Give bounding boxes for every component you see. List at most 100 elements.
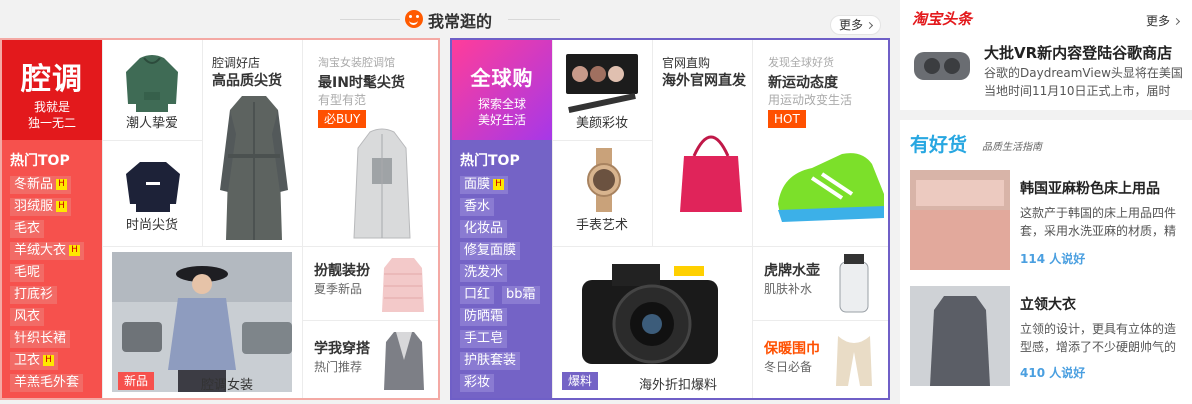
hot-tag-label: 护肤套装 (464, 353, 517, 368)
hot-tag[interactable]: 毛呢 (10, 264, 45, 282)
hot-tag[interactable]: 打底衫 (10, 286, 58, 304)
chevron-right-icon (1172, 17, 1181, 26)
hot-tag[interactable]: 洗发水 (460, 264, 508, 282)
outfit-subtitle: 热门推荐 (314, 360, 363, 374)
direct-buy-title: 海外官网直发 (662, 73, 746, 89)
hot-tag[interactable]: 毛衣 (10, 220, 45, 238)
hot-tag[interactable]: 冬新品 H (10, 176, 72, 194)
sport-badge: HOT (768, 110, 806, 128)
hot-tag-label: 羽绒服 (14, 199, 54, 214)
headline-title[interactable]: 大批VR新内容登陆谷歌商店 (984, 42, 1172, 63)
promo-badge: 必BUY (318, 110, 367, 128)
hot-tag[interactable]: 香水 (460, 198, 495, 216)
grey-fur-coat-image (384, 332, 424, 390)
street-fashion-photo (112, 252, 292, 392)
hot-tag-row: 彩妆 (452, 374, 552, 396)
divider (102, 140, 202, 141)
grey-trench-coat-image (220, 96, 288, 240)
brand-name: 腔调 (21, 62, 83, 97)
hot-tag[interactable]: 针织长裙 (10, 330, 71, 348)
hot-tag-label: 毛呢 (14, 265, 41, 280)
kettle-image (839, 254, 869, 313)
divider (652, 40, 653, 246)
global-buy-brand[interactable]: 全球购 探索全球 美好生活 (452, 40, 552, 140)
section-header: 我常逛的 更多 (0, 0, 890, 38)
hot-tag[interactable]: 护肤套装 (460, 352, 521, 370)
hot-tag[interactable]: 防晒霜 (460, 308, 508, 326)
hot-tag[interactable]: 手工皂 (460, 330, 508, 348)
divider (752, 320, 888, 321)
hot-tag-label: 打底衫 (14, 287, 54, 302)
hot-tag-label: 毛衣 (14, 221, 41, 236)
hot-tag[interactable]: 口红 (460, 286, 495, 304)
camera-image (582, 264, 718, 364)
kettle-subtitle: 肌肤补水 (764, 282, 813, 296)
hot-tag[interactable]: 羊绒大衣 H (10, 242, 85, 260)
hot-tag-label: 针织长裙 (14, 331, 67, 346)
outfit-title: 学我穿搭 (314, 341, 370, 357)
brand-line1: 我就是 (33, 100, 70, 114)
sport-title: 新运动态度 (768, 75, 838, 91)
camera-caption: 海外折扣爆料 (638, 378, 717, 393)
makeup-caption: 美颜彩妆 (575, 116, 628, 131)
hot-tag[interactable]: 羽绒服 H (10, 198, 72, 216)
hot-flag-icon: H (69, 245, 81, 256)
hot-tag-row: 羊羔毛外套 (2, 374, 102, 396)
promo-subtitle: 有型有范 (318, 93, 367, 107)
hot-tag-label: 香水 (464, 199, 491, 214)
dress-up-title: 扮靓装扮 (314, 263, 370, 279)
kettle-title: 虎牌水壶 (764, 263, 820, 279)
hot-flag-icon: H (43, 355, 55, 366)
hot-tag[interactable]: 羊羔毛外套 (10, 374, 84, 392)
hot-tag[interactable]: 风衣 (10, 308, 45, 326)
white-parka-image (353, 128, 411, 239)
hot-tag-row: 冬新品 H (2, 176, 102, 198)
goods-likes: 114 人说好 (1020, 252, 1086, 266)
hot-tag-label: 面膜 (464, 177, 491, 192)
goods-text: 立领的设计，更具有立体的造型感，增添了不少硬朗帅气的 (1020, 322, 1177, 354)
navy-sweatshirt-image (126, 162, 180, 212)
promo-title: 最IN时髦尖货 (318, 75, 405, 91)
hot-tag-row: 针织长裙 (2, 330, 102, 352)
hot-tag-list: 冬新品 H 羽绒服 H 毛衣 羊绒大衣 H 毛呢 打底衫 风衣 针织长裙 卫衣 H 羊羔毛外套 (2, 176, 102, 396)
goods-slogan: 品质生活指南 (982, 142, 1042, 153)
qiangdiao-panel: 腔调 我就是 独一无二 热门TOP 冬新品 H 羽绒服 H 毛衣 羊绒大衣 H 毛呢 打底衫 风衣… (0, 38, 440, 400)
hot-tag-label: 防晒霜 (464, 309, 504, 324)
hot-tag[interactable]: 化妆品 (460, 220, 508, 238)
store-title: 高品质尖货 (212, 73, 282, 89)
pink-handbag-image (680, 135, 742, 212)
promo-store: 淘宝女装腔调馆 (318, 56, 395, 69)
header-divider-left (340, 19, 400, 20)
hot-tag-row: 护肤套装 (452, 352, 552, 374)
green-sneaker-image (778, 153, 884, 222)
makeup-palette-image (566, 54, 638, 114)
hot-tag[interactable]: 卫衣 H (10, 352, 59, 370)
divider (552, 140, 652, 141)
hot-tag-row: 风衣 (2, 308, 102, 330)
chevron-right-icon (865, 21, 874, 30)
grey-coat-image (910, 286, 1010, 386)
headlines-more[interactable]: 更多 (1146, 12, 1181, 29)
header-divider-right (508, 19, 560, 20)
more-button[interactable]: 更多 (830, 15, 882, 35)
hot-tag[interactable]: bb霜 (502, 286, 540, 304)
hot-tag-label: 口红 (464, 287, 491, 302)
hot-tag-row: 洗发水 (452, 264, 552, 286)
brand-name: 全球购 (470, 66, 534, 90)
qiangdiao-brand[interactable]: 腔调 我就是 独一无二 (2, 40, 102, 140)
divider (552, 246, 888, 247)
gold-watch-image (587, 148, 621, 212)
hot-tag-label: 彩妆 (464, 375, 491, 390)
hot-tag[interactable]: 彩妆 (460, 374, 495, 392)
direct-buy-label: 官网直购 (662, 56, 711, 70)
goods-logo: 有好货 (910, 134, 968, 156)
hot-sidebar: 热门TOP 冬新品 H 羽绒服 H 毛衣 羊绒大衣 H 毛呢 打底衫 风衣 针织长裙 卫衣 H 羊羔毛外套 (2, 140, 102, 398)
divider (102, 246, 438, 247)
green-hoodie-image (126, 55, 178, 112)
headlines-logo: 淘宝头条 (912, 10, 973, 28)
hot-tag[interactable]: 面膜 H (460, 176, 509, 194)
hot-tag[interactable]: 修复面膜 (460, 242, 521, 260)
hot-tag-row: 打底衫 (2, 286, 102, 308)
hot-flag-icon: H (56, 201, 68, 212)
pink-bedding-image (910, 170, 1010, 270)
